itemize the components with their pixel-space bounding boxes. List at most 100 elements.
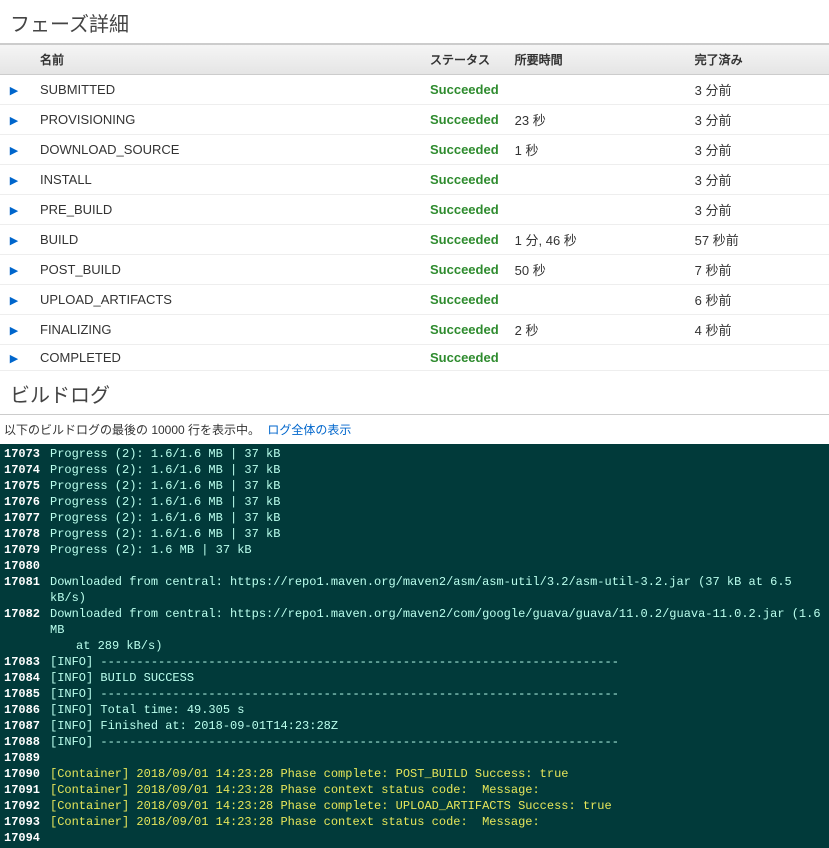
log-line-number: 17084 (4, 670, 50, 686)
log-line-number: 17088 (4, 734, 50, 750)
log-line-text: [INFO] Total time: 49.305 s (50, 702, 823, 718)
expand-caret-icon[interactable]: ▶ (8, 204, 20, 217)
expand-caret-icon[interactable]: ▶ (8, 324, 20, 337)
log-line-number: 17094 (4, 830, 50, 846)
log-line-text: [Container] 2018/09/01 14:23:28 Phase co… (50, 782, 823, 798)
log-line-text (50, 830, 823, 846)
phase-completed: 4 秒前 (687, 315, 829, 345)
log-line: 17082Downloaded from central: https://re… (4, 606, 823, 654)
log-line: 17088[INFO] ----------------------------… (4, 734, 823, 750)
log-line-number: 17092 (4, 798, 50, 814)
log-line-number: 17077 (4, 510, 50, 526)
log-line-number: 17080 (4, 558, 50, 574)
table-row: ▶PROVISIONINGSucceeded23 秒3 分前 (0, 105, 829, 135)
log-line: 17080 (4, 558, 823, 574)
log-line-number: 17073 (4, 446, 50, 462)
log-line: 17075Progress (2): 1.6/1.6 MB | 37 kB (4, 478, 823, 494)
table-row: ▶DOWNLOAD_SOURCESucceeded1 秒3 分前 (0, 135, 829, 165)
log-line: 17090[Container] 2018/09/01 14:23:28 Pha… (4, 766, 823, 782)
phase-status: Succeeded (422, 285, 507, 315)
phase-completed: 57 秒前 (687, 225, 829, 255)
log-line: 17078Progress (2): 1.6/1.6 MB | 37 kB (4, 526, 823, 542)
col-completed-header: 完了済み (687, 44, 829, 75)
log-line-text (50, 750, 823, 766)
log-line-text: Downloaded from central: https://repo1.m… (50, 574, 823, 606)
phase-completed: 6 秒前 (687, 285, 829, 315)
phase-status: Succeeded (422, 345, 507, 371)
phase-status: Succeeded (422, 165, 507, 195)
expand-caret-icon[interactable]: ▶ (8, 174, 20, 187)
log-line-number: 17074 (4, 462, 50, 478)
log-line: 17077Progress (2): 1.6/1.6 MB | 37 kB (4, 510, 823, 526)
expand-caret-icon[interactable]: ▶ (8, 84, 20, 97)
phase-completed: 3 分前 (687, 105, 829, 135)
phase-table-header-row: 名前 ステータス 所要時間 完了済み (0, 44, 829, 75)
expand-caret-icon[interactable]: ▶ (8, 264, 20, 277)
view-full-log-link[interactable]: ログ全体の表示 (267, 423, 351, 437)
phase-name: PRE_BUILD (32, 195, 422, 225)
phase-duration: 23 秒 (507, 105, 687, 135)
log-line: 17081Downloaded from central: https://re… (4, 574, 823, 606)
log-line-text: [INFO] Finished at: 2018-09-01T14:23:28Z (50, 718, 823, 734)
log-line: 17085[INFO] ----------------------------… (4, 686, 823, 702)
log-line-text: [INFO] ---------------------------------… (50, 734, 823, 750)
log-summary-text: 以下のビルドログの最後の 10000 行を表示中。 (4, 423, 260, 437)
expand-caret-icon[interactable]: ▶ (8, 144, 20, 157)
log-line-text: [INFO] ---------------------------------… (50, 686, 823, 702)
log-line-text: Progress (2): 1.6/1.6 MB | 37 kB (50, 446, 823, 462)
phase-duration (507, 285, 687, 315)
log-line-number: 17093 (4, 814, 50, 830)
table-row: ▶POST_BUILDSucceeded50 秒7 秒前 (0, 255, 829, 285)
phase-status: Succeeded (422, 75, 507, 105)
log-line-number: 17078 (4, 526, 50, 542)
table-row: ▶SUBMITTEDSucceeded3 分前 (0, 75, 829, 105)
phase-name: POST_BUILD (32, 255, 422, 285)
expand-caret-icon[interactable]: ▶ (8, 234, 20, 247)
log-line: 17092[Container] 2018/09/01 14:23:28 Pha… (4, 798, 823, 814)
phase-details-title: フェーズ詳細 (0, 0, 829, 44)
phase-status: Succeeded (422, 195, 507, 225)
phase-name: INSTALL (32, 165, 422, 195)
phase-status: Succeeded (422, 225, 507, 255)
phase-completed (687, 345, 829, 371)
col-name-header: 名前 (32, 44, 422, 75)
table-row: ▶ PRE_BUILDSucceeded 3 分前 (0, 195, 829, 225)
log-line-number: 17090 (4, 766, 50, 782)
table-row: ▶FINALIZINGSucceeded2 秒4 秒前 (0, 315, 829, 345)
expand-caret-icon[interactable]: ▶ (8, 352, 20, 365)
log-line: 17091[Container] 2018/09/01 14:23:28 Pha… (4, 782, 823, 798)
phase-duration (507, 75, 687, 105)
log-line: 17089 (4, 750, 823, 766)
log-line-text: Downloaded from central: https://repo1.m… (50, 606, 823, 654)
log-line: 17079Progress (2): 1.6 MB | 37 kB (4, 542, 823, 558)
phase-completed: 3 分前 (687, 165, 829, 195)
log-line-number: 17085 (4, 686, 50, 702)
log-line-text: Progress (2): 1.6/1.6 MB | 37 kB (50, 526, 823, 542)
phase-completed: 3 分前 (687, 195, 829, 225)
log-line-text: Progress (2): 1.6/1.6 MB | 37 kB (50, 478, 823, 494)
col-status-header: ステータス (422, 44, 507, 75)
log-line-text: [Container] 2018/09/01 14:23:28 Phase co… (50, 814, 823, 830)
log-console[interactable]: 17073Progress (2): 1.6/1.6 MB | 37 kB170… (0, 444, 829, 848)
log-line-text: [Container] 2018/09/01 14:23:28 Phase co… (50, 766, 823, 782)
log-line-text: Progress (2): 1.6/1.6 MB | 37 kB (50, 494, 823, 510)
phase-completed: 7 秒前 (687, 255, 829, 285)
log-line-text: [Container] 2018/09/01 14:23:28 Phase co… (50, 798, 823, 814)
col-duration-header: 所要時間 (507, 44, 687, 75)
log-line: 17087[INFO] Finished at: 2018-09-01T14:2… (4, 718, 823, 734)
log-line-text: Progress (2): 1.6/1.6 MB | 37 kB (50, 510, 823, 526)
phase-table: 名前 ステータス 所要時間 完了済み ▶SUBMITTEDSucceeded3 … (0, 44, 829, 371)
phase-duration (507, 165, 687, 195)
log-line-number: 17087 (4, 718, 50, 734)
expand-caret-icon[interactable]: ▶ (8, 114, 20, 127)
phase-name: SUBMITTED (32, 75, 422, 105)
phase-status: Succeeded (422, 255, 507, 285)
log-line: 17076Progress (2): 1.6/1.6 MB | 37 kB (4, 494, 823, 510)
expand-caret-icon[interactable]: ▶ (8, 294, 20, 307)
table-row: ▶ INSTALLSucceeded 3 分前 (0, 165, 829, 195)
log-line-number: 17089 (4, 750, 50, 766)
phase-name: COMPLETED (32, 345, 422, 371)
phase-completed: 3 分前 (687, 135, 829, 165)
phase-status: Succeeded (422, 105, 507, 135)
log-line-text: [INFO] ---------------------------------… (50, 654, 823, 670)
